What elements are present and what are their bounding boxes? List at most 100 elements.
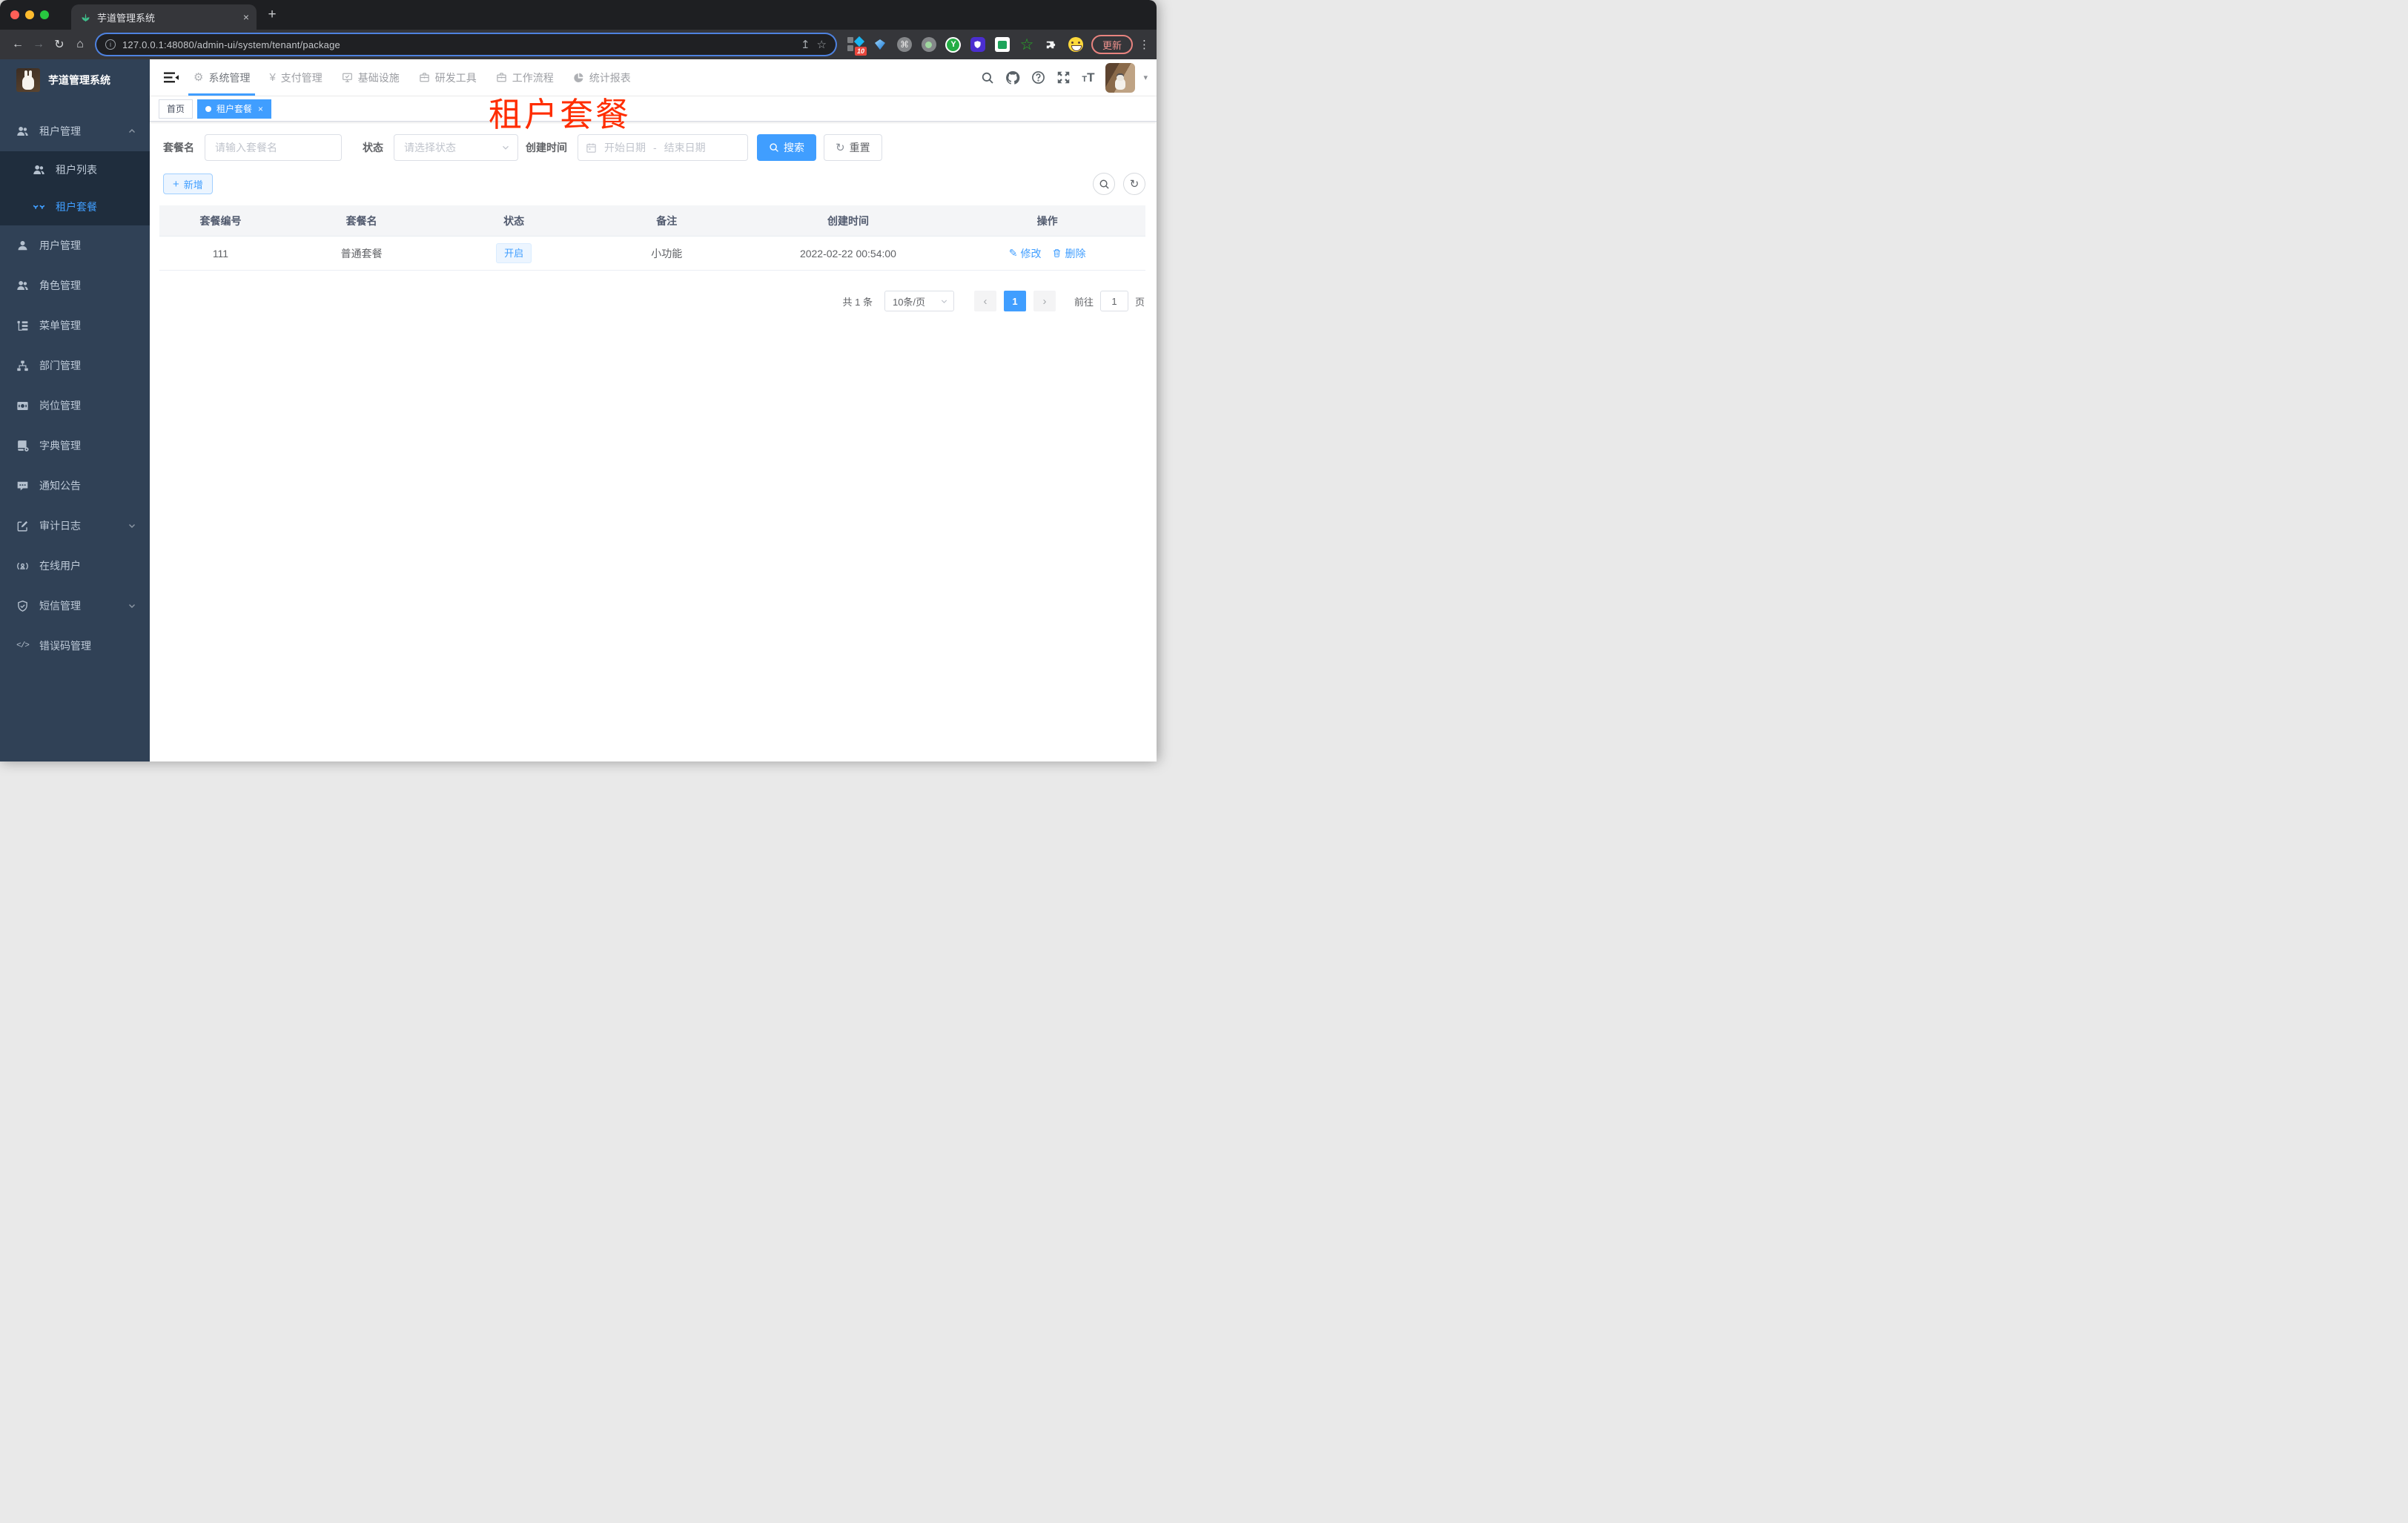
sidebar-item-tenant-list[interactable]: 租户列表: [0, 151, 150, 188]
search-icon[interactable]: [981, 71, 994, 85]
trash-icon: [1052, 248, 1062, 258]
tag-close-icon[interactable]: ×: [258, 104, 263, 114]
forward-icon[interactable]: →: [28, 34, 49, 55]
address-bar[interactable]: i 127.0.0.1:48080/admin-ui/system/tenant…: [96, 34, 836, 55]
extensions-bar: 10 ⌘ Y ☆: [847, 36, 1084, 56]
topnav-infra[interactable]: 基础设施: [332, 59, 409, 96]
extension-chat-icon[interactable]: [994, 36, 1010, 53]
site-info-icon[interactable]: i: [105, 39, 116, 50]
new-tab-button[interactable]: +: [262, 5, 282, 24]
zoom-window-button[interactable]: [40, 10, 49, 19]
sidebar-item-sms-management[interactable]: 短信管理: [0, 586, 150, 626]
sidebar-item-tenant-package[interactable]: 租户套餐: [0, 188, 150, 225]
tag-home[interactable]: 首页: [159, 99, 194, 119]
app-logo[interactable]: 芋道管理系统: [0, 59, 150, 101]
chevron-down-icon: [128, 601, 136, 610]
active-dot: [205, 105, 212, 112]
help-icon[interactable]: [1031, 70, 1045, 85]
traffic-lights: [10, 10, 49, 19]
package-name-input[interactable]: [205, 134, 342, 161]
message-icon: [16, 480, 29, 492]
reset-button[interactable]: ↻ 重置: [824, 134, 882, 161]
cell-package-name: 普通套餐: [340, 247, 383, 260]
pie-chart-icon: [573, 72, 584, 83]
share-icon[interactable]: ↥: [801, 38, 810, 51]
refresh-table-button[interactable]: ↻: [1123, 173, 1145, 195]
sidebar-item-menu-management[interactable]: 菜单管理: [0, 305, 150, 346]
favicon-sprout-icon: [80, 12, 91, 23]
next-page-button[interactable]: ›: [1033, 291, 1056, 311]
close-window-button[interactable]: [10, 10, 19, 19]
sidebar-menu: 租户管理 租户列表 租户套餐 用户管理 角色管理 菜单管理 部门管理 岗位管理 …: [0, 111, 150, 666]
code-icon: </>: [16, 641, 30, 650]
browser-update-button[interactable]: 更新: [1091, 35, 1133, 54]
date-range-picker[interactable]: 开始日期 - 结束日期: [578, 134, 748, 161]
toggle-search-button[interactable]: [1093, 173, 1115, 195]
debug-overlay-title: 租户套餐: [489, 96, 632, 133]
extension-badge: 10: [854, 47, 867, 56]
edit-link[interactable]: ✎ 修改: [1009, 246, 1042, 261]
sidebar-item-notice[interactable]: 通知公告: [0, 466, 150, 506]
fullscreen-icon[interactable]: [1056, 70, 1071, 85]
extension-grid-icon[interactable]: 10: [847, 36, 867, 56]
end-date-placeholder[interactable]: 结束日期: [664, 140, 706, 155]
bookmark-star-icon[interactable]: ☆: [817, 38, 827, 51]
font-size-icon[interactable]: TT: [1082, 71, 1094, 84]
table-header-row: 套餐编号 套餐名 状态 备注 创建时间 操作: [159, 205, 1145, 237]
chevron-down-icon: [128, 521, 136, 530]
page-size-select[interactable]: 10条/页: [884, 291, 954, 311]
topnav-devtools[interactable]: 研发工具: [409, 59, 486, 96]
sidebar-collapse-icon[interactable]: [159, 59, 184, 96]
sidebar-item-online-users[interactable]: 在线用户: [0, 546, 150, 586]
home-icon[interactable]: ⌂: [70, 34, 90, 55]
sidebar-item-post-management[interactable]: 岗位管理: [0, 386, 150, 426]
app-header: ⚙ 系统管理 ¥ 支付管理 基础设施 研发工具 工作流程 统计报表 T T ▾: [150, 59, 1157, 96]
sidebar-submenu-tenant: 租户列表 租户套餐: [0, 151, 150, 225]
table-tools: ↻: [1093, 173, 1145, 195]
sidebar-item-tenant-management[interactable]: 租户管理: [0, 111, 150, 151]
plus-icon: +: [173, 177, 179, 191]
sidebar-item-dept-management[interactable]: 部门管理: [0, 346, 150, 386]
col-header-remark: 备注: [656, 214, 678, 227]
topnav-payment[interactable]: ¥ 支付管理: [259, 59, 331, 96]
back-icon[interactable]: ←: [7, 34, 28, 55]
prev-page-button[interactable]: ‹: [973, 291, 996, 311]
extension-star-icon[interactable]: ☆: [1019, 36, 1035, 53]
extension-shield-icon[interactable]: [970, 36, 986, 53]
app-frame: 芋道管理系统 租户管理 租户列表 租户套餐 用户管理 角色管理 菜单管理 部门管…: [0, 59, 1157, 762]
browser-tab[interactable]: 芋道管理系统 ×: [71, 4, 257, 30]
sidebar-item-user-management[interactable]: 用户管理: [0, 225, 150, 265]
tag-tenant-package[interactable]: 租户套餐 ×: [197, 99, 272, 119]
current-page-button[interactable]: 1: [1003, 291, 1026, 311]
add-button[interactable]: + 新增: [163, 174, 213, 194]
extension-y-icon[interactable]: Y: [945, 36, 962, 53]
browser-menu-icon[interactable]: ⋮: [1139, 38, 1150, 51]
extension-emoji-icon[interactable]: [1068, 36, 1084, 53]
reload-icon[interactable]: ↻: [49, 34, 70, 55]
tree-list-icon: [16, 320, 29, 332]
sidebar-item-role-management[interactable]: 角色管理: [0, 265, 150, 305]
github-icon[interactable]: [1005, 70, 1020, 85]
minimize-window-button[interactable]: [25, 10, 34, 19]
sidebar-item-audit-log[interactable]: 审计日志: [0, 506, 150, 546]
col-header-create-time: 创建时间: [827, 214, 869, 227]
extension-puzzle-icon[interactable]: [1043, 36, 1059, 53]
user-avatar[interactable]: [1105, 62, 1136, 93]
search-button[interactable]: 搜索: [757, 134, 816, 161]
status-badge: 开启: [496, 243, 532, 263]
gear-icon: ⚙: [194, 71, 204, 84]
package-name-label: 套餐名: [163, 142, 194, 153]
start-date-placeholder[interactable]: 开始日期: [604, 140, 646, 155]
delete-link[interactable]: 删除: [1052, 246, 1085, 261]
status-select[interactable]: 请选择状态: [394, 134, 518, 161]
extension-command-icon[interactable]: ⌘: [896, 36, 913, 53]
cell-create-time: 2022-02-22 00:54:00: [799, 247, 896, 260]
sidebar-item-dict-management[interactable]: 字典管理: [0, 426, 150, 466]
tab-close-icon[interactable]: ×: [243, 11, 249, 23]
topnav-system[interactable]: ⚙ 系统管理: [184, 59, 259, 96]
goto-page-input[interactable]: [1099, 291, 1128, 311]
extension-gem-icon[interactable]: [872, 36, 888, 53]
avatar-caret-icon[interactable]: ▾: [1143, 73, 1148, 82]
extension-dot-icon[interactable]: [921, 36, 937, 53]
sidebar-item-error-code[interactable]: </> 错误码管理: [0, 626, 150, 666]
